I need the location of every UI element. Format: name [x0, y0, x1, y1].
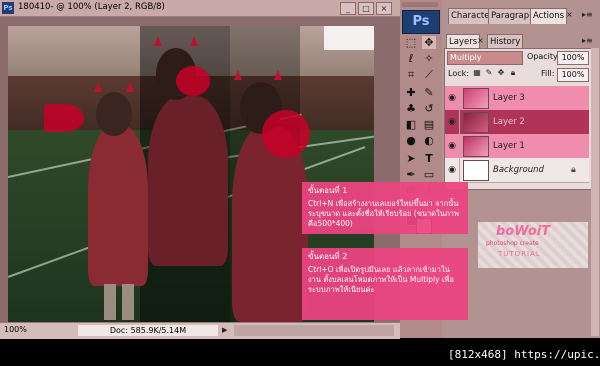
slice-tool-icon[interactable]: ⟋ — [422, 68, 436, 81]
person-figure-middle — [148, 96, 228, 266]
path-selection-tool-icon[interactable]: ➤ — [404, 152, 418, 165]
fill-input[interactable]: 100% — [557, 68, 589, 82]
document-title-bar[interactable]: Ps 180410- @ 100% (Layer 2, RGB/8) _ □ × — [0, 0, 400, 17]
person-head — [96, 92, 132, 136]
pen-tool-icon[interactable]: ✒ — [404, 168, 418, 181]
note-title: ขั้นตอนที่ 2 — [308, 252, 348, 261]
document-size-readout[interactable]: Doc: 585.9K/5.14M — [78, 325, 218, 336]
visibility-eye-icon[interactable]: ◉ — [445, 110, 460, 134]
lock-all-icon[interactable]: 🔒︎ — [508, 68, 518, 78]
image-host-label: [812x468] https://upic.me/ — [448, 348, 600, 361]
note-body: Ctrl+O เพื่อเปิดรูปมีนเลย แล้วลากเข้ามาใ… — [308, 265, 454, 294]
watermark-subtext: TUTORIAL — [498, 250, 541, 258]
type-tool-icon[interactable]: T — [422, 152, 436, 165]
note-title: ขั้นตอนที่ 1 — [308, 186, 348, 195]
panel-scrollbar[interactable] — [591, 48, 599, 336]
panel-menu-icon[interactable]: ▸≡ — [582, 36, 593, 45]
devil-horn — [190, 36, 198, 46]
visibility-eye-icon[interactable]: ◉ — [445, 158, 460, 182]
devil-horn — [154, 36, 162, 46]
devil-horn — [94, 82, 102, 92]
person-leg — [104, 284, 116, 320]
tutorial-note-step-1: ขั้นตอนที่ 1 Ctrl+N เพื่อสร้างงานเลเยอร์… — [302, 182, 468, 234]
layer-thumbnail — [463, 160, 489, 181]
note-body: Ctrl+N เพื่อสร้างงานเลเยอร์ใหม่ขึ้นมา จา… — [308, 199, 459, 228]
ps-app-icon: Ps — [2, 2, 14, 14]
fill-label: Fill: — [541, 69, 555, 78]
devil-horn — [274, 70, 282, 80]
document-title: 180410- @ 100% (Layer 2, RGB/8) — [18, 2, 165, 12]
layer-row-selected[interactable]: ◉ Layer 2 — [445, 110, 589, 135]
layer-lock-icon: 🔒︎ — [571, 165, 576, 175]
brush-tool-icon[interactable]: ✎ — [422, 86, 436, 99]
move-tool-icon[interactable]: ✥ — [422, 36, 436, 49]
lock-transparency-icon[interactable]: ▦ — [472, 68, 482, 78]
panel-menu-icon[interactable]: ▸≡ — [582, 10, 593, 19]
person-figure-left — [88, 126, 148, 286]
layer-name: Layer 1 — [493, 141, 525, 151]
layer-thumbnail — [463, 88, 489, 109]
dodge-tool-icon[interactable]: ◐ — [422, 134, 436, 147]
layer-row[interactable]: ◉ Layer 1 — [445, 134, 589, 159]
visibility-eye-icon[interactable]: ◉ — [445, 86, 460, 110]
layer-row[interactable]: ◉ Layer 3 — [445, 86, 589, 111]
close-tab-icon[interactable]: × — [566, 10, 573, 19]
devil-horn — [234, 70, 242, 80]
close-tab-icon[interactable]: × — [477, 36, 484, 45]
tab-character[interactable]: Characte — [448, 8, 493, 24]
lock-position-icon[interactable]: ✥ — [496, 68, 506, 78]
history-brush-tool-icon[interactable]: ↺ — [422, 102, 436, 115]
lock-label: Lock: — [448, 69, 469, 78]
layer-name: Layer 3 — [493, 93, 525, 103]
document-status-bar: 100% Doc: 585.9K/5.14M ▶ — [0, 322, 400, 339]
magic-wand-tool-icon[interactable]: ✧ — [422, 52, 436, 65]
megaphone — [176, 66, 210, 96]
opacity-input[interactable]: 100% — [557, 51, 589, 65]
close-button[interactable]: × — [376, 2, 392, 15]
layer-thumbnail — [463, 112, 489, 133]
blank-canvas-corner — [324, 26, 374, 50]
marquee-tool-icon[interactable]: ⬚ — [404, 36, 418, 49]
blend-mode-select[interactable]: Multiply — [447, 51, 523, 65]
tab-actions[interactable]: Actions — [530, 8, 568, 24]
healing-brush-tool-icon[interactable]: ✚ — [404, 86, 418, 99]
maximize-button[interactable]: □ — [358, 2, 374, 15]
gradient-tool-icon[interactable]: ▤ — [422, 118, 436, 131]
photoshop-logo: Ps — [402, 10, 440, 34]
watermark-subtext: photoshop create — [486, 240, 539, 247]
devil-horn — [126, 82, 134, 92]
minimize-button[interactable]: _ — [340, 2, 356, 15]
zoom-level-field[interactable]: 100% — [4, 325, 44, 336]
opacity-label: Opacity: — [527, 52, 560, 61]
tools-panel-grip[interactable] — [402, 2, 438, 7]
shape-tool-icon[interactable]: ▭ — [422, 168, 436, 181]
megaphone — [44, 104, 84, 132]
character-panel-tabs: Characte Paragrapl Actions × ▸≡ — [442, 8, 600, 24]
layer-thumbnail — [463, 136, 489, 157]
visibility-eye-icon[interactable]: ◉ — [445, 134, 460, 158]
status-menu-arrow-icon[interactable]: ▶ — [222, 326, 230, 335]
blur-tool-icon[interactable]: ● — [404, 134, 418, 147]
watermark-logo: boWoiT photoshop create TUTORIAL — [478, 222, 588, 268]
layer-name: Layer 2 — [493, 117, 525, 127]
tutorial-note-step-2: ขั้นตอนที่ 2 Ctrl+O เพื่อเปิดรูปมีนเลย แ… — [302, 248, 468, 320]
watermark-text: boWoiT — [496, 224, 551, 239]
layer-name: Background — [493, 165, 544, 175]
horizontal-scrollbar[interactable] — [234, 325, 394, 336]
lasso-tool-icon[interactable]: ℓ — [404, 52, 418, 65]
eraser-tool-icon[interactable]: ◧ — [404, 118, 418, 131]
lock-image-icon[interactable]: ✎ — [484, 68, 494, 78]
megaphone — [262, 110, 310, 158]
tab-paragraph[interactable]: Paragrapl — [488, 8, 535, 24]
person-leg — [122, 284, 134, 320]
clone-stamp-tool-icon[interactable]: ♣ — [404, 102, 418, 115]
crop-tool-icon[interactable]: ⌗ — [404, 68, 418, 81]
layer-row[interactable]: ◉ Background 🔒︎ — [445, 158, 589, 183]
